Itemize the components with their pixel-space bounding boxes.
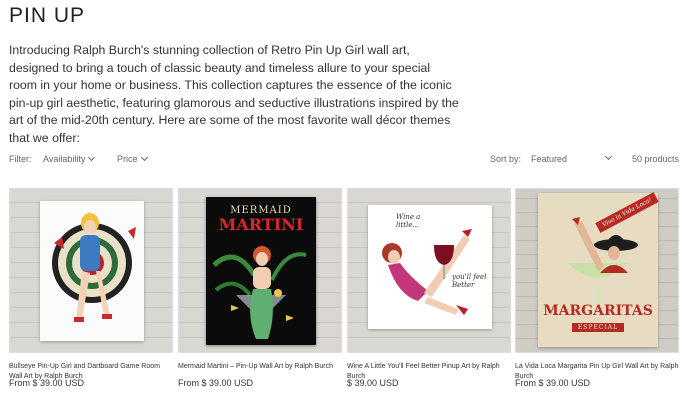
print-canvas: MERMAID MARTINI <box>206 197 316 345</box>
filter-bar: Filter: Availability Price Sort by: Feat… <box>9 152 679 168</box>
dartboard-illustration <box>52 213 136 322</box>
price-filter[interactable]: Price <box>117 153 148 164</box>
price-label: Price <box>117 154 138 164</box>
sort-value: Featured <box>531 154 568 164</box>
product-price: From $ 39.00 USD <box>515 378 591 388</box>
sort-label: Sort by: <box>490 154 522 164</box>
print-canvas: Wine a little... you'll feel Better <box>368 205 492 329</box>
availability-label: Availability <box>43 154 86 164</box>
product-price: $ 39.00 USD <box>347 378 399 388</box>
art-text: ESPECIAL <box>572 323 624 332</box>
print-canvas: Viva la Vida Loca! MARGARITAS ESPECIAL <box>538 192 659 347</box>
chevron-down-icon <box>88 153 96 162</box>
product-price: From $ 39.00 USD <box>178 378 254 388</box>
product-grid: Bullseye Pin-Up Girl and Dartboard Game … <box>9 188 679 408</box>
sort-select[interactable]: Featured <box>531 152 613 164</box>
product-card[interactable]: Viva la Vida Loca! MARGARITAS ESPECIAL L… <box>515 188 679 408</box>
filter-label: Filter: <box>9 154 32 164</box>
product-count: 50 products <box>631 154 679 164</box>
product-image[interactable]: Viva la Vida Loca! MARGARITAS ESPECIAL <box>515 188 679 353</box>
print-canvas <box>40 201 144 341</box>
product-price: From $ 39.00 USD <box>9 378 85 388</box>
chevron-down-icon <box>604 152 613 161</box>
product-card[interactable]: MERMAID MARTINI Mermaid Martini – Pin-Up… <box>178 188 342 408</box>
page-title: PIN UP <box>9 4 86 27</box>
product-image[interactable] <box>9 188 173 353</box>
product-card[interactable]: Bullseye Pin-Up Girl and Dartboard Game … <box>9 188 173 408</box>
product-card[interactable]: Wine a little... you'll feel Better Wine… <box>347 188 511 408</box>
chevron-down-icon <box>140 153 148 162</box>
collection-description: Introducing Ralph Burch's stunning colle… <box>9 43 459 145</box>
product-image[interactable]: Wine a little... you'll feel Better <box>347 188 511 353</box>
art-text: MARTINI <box>218 215 304 234</box>
art-text: MARGARITAS <box>543 303 653 319</box>
availability-filter[interactable]: Availability <box>43 153 96 164</box>
mermaid-illustration <box>212 246 307 339</box>
product-image[interactable]: MERMAID MARTINI <box>178 188 342 353</box>
wine-illustration <box>382 229 472 315</box>
product-title[interactable]: Mermaid Martini – Pin-Up Wall Art by Ral… <box>178 362 342 372</box>
